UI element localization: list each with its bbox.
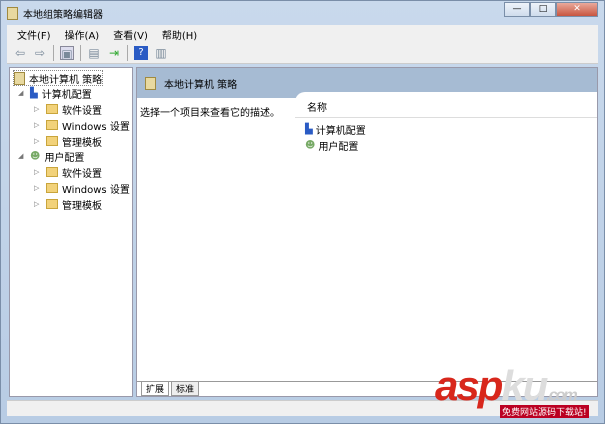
folder-icon (46, 199, 58, 209)
separator (127, 45, 128, 61)
help-icon[interactable]: ? (134, 46, 148, 60)
folder-icon (46, 167, 58, 177)
window-title: 本地组策略编辑器 (23, 9, 103, 21)
user-icon: ☻ (305, 140, 316, 151)
list-item[interactable]: ☻ 用户配置 (305, 138, 358, 153)
tree-item[interactable]: ▷ 软件设置 (34, 164, 102, 180)
tab-extended[interactable]: 扩展 (141, 382, 170, 396)
menu-view[interactable]: 查看(V) (113, 27, 148, 42)
separator (53, 45, 54, 61)
title-bar: 本地组策略编辑器 (7, 5, 103, 21)
tree-computer-config[interactable]: ◢ ▙ 计算机配置 (18, 85, 92, 101)
collapse-arrow-icon[interactable]: ▷ (34, 105, 42, 113)
list-item-label: 计算机配置 (315, 126, 366, 137)
tree-label: Windows 设置 (62, 121, 130, 133)
list-item-label: 用户配置 (318, 142, 359, 153)
tree-label: Windows 设置 (62, 184, 130, 196)
watermark-slogan: 免费网站源码下载站! (500, 405, 589, 418)
tree-item[interactable]: ▷ Windows 设置 (34, 180, 130, 196)
folder-icon (46, 120, 58, 130)
policy-icon (7, 6, 18, 20)
forward-icon[interactable]: ⇨ (33, 46, 47, 60)
details-pane: 本地计算机 策略 选择一个项目来查看它的描述。 名称 ▙ 计算机配置 ☻ 用户配置 … (136, 67, 598, 397)
folder-icon (46, 104, 58, 114)
folder-icon (46, 136, 58, 146)
toolbar: ⇦ ⇨ ▣ ▤ ⇥ ? ▥ (7, 43, 598, 64)
tree-item[interactable]: ▷ Windows 设置 (34, 117, 130, 133)
tree-item[interactable]: ▷ 软件设置 (34, 101, 102, 117)
menu-file[interactable]: 文件(F) (17, 27, 51, 42)
menu-help[interactable]: 帮助(H) (162, 27, 197, 42)
tab-standard[interactable]: 标准 (171, 382, 200, 396)
window: 本地组策略编辑器 — □ ✕ 文件(F) 操作(A) 查看(V) 帮助(H) ⇦ ⇨… (0, 0, 605, 424)
collapse-arrow-icon[interactable]: ▷ (34, 137, 42, 145)
list-item[interactable]: ▙ 计算机配置 (305, 122, 366, 137)
user-icon: ☻ (30, 150, 41, 162)
description-text: 选择一个项目来查看它的描述。 (140, 108, 280, 119)
close-button[interactable]: ✕ (556, 2, 598, 17)
tree-label: 本地计算机 策略 (29, 74, 103, 86)
properties-icon[interactable]: ▤ (87, 46, 101, 60)
action-pane-icon[interactable]: ▥ (154, 46, 168, 60)
tree-user-config[interactable]: ◢ ☻ 用户配置 (18, 148, 84, 164)
policy-icon (14, 71, 25, 85)
expand-arrow-icon[interactable]: ◢ (18, 89, 26, 97)
tree-label: 管理模板 (62, 200, 102, 212)
item-list: 名称 ▙ 计算机配置 ☻ 用户配置 (295, 92, 597, 382)
tree-item[interactable]: ▷ 管理模板 (34, 196, 102, 212)
folder-icon (46, 183, 58, 193)
tree-label: 软件设置 (62, 105, 102, 117)
export-icon[interactable]: ⇥ (107, 46, 121, 60)
maximize-button[interactable]: □ (530, 2, 556, 17)
back-icon[interactable]: ⇦ (13, 46, 27, 60)
collapse-arrow-icon[interactable]: ▷ (34, 121, 42, 129)
tree-item[interactable]: ▷ 管理模板 (34, 133, 102, 149)
tree-pane: 本地计算机 策略 ◢ ▙ 计算机配置 ▷ 软件设置 ▷ Windows 设置 ▷ 管理模板… (9, 67, 133, 397)
tree-label: 用户配置 (44, 152, 85, 164)
pane-title: 本地计算机 策略 (164, 79, 238, 91)
separator (80, 45, 81, 61)
tree-label: 软件设置 (62, 168, 102, 180)
tree-root[interactable]: 本地计算机 策略 (13, 70, 104, 86)
collapse-arrow-icon[interactable]: ▷ (34, 168, 42, 176)
menu-bar: 文件(F) 操作(A) 查看(V) 帮助(H) (7, 25, 598, 43)
policy-icon (145, 76, 156, 90)
collapse-arrow-icon[interactable]: ▷ (34, 184, 42, 192)
menu-action[interactable]: 操作(A) (65, 27, 100, 42)
expand-arrow-icon[interactable]: ◢ (18, 152, 26, 160)
watermark-logo: aspku.com (435, 362, 578, 409)
tree-label: 计算机配置 (41, 89, 92, 101)
show-tree-icon[interactable]: ▣ (60, 46, 74, 61)
computer-icon: ▙ (30, 87, 38, 99)
computer-icon: ▙ (305, 124, 313, 135)
minimize-button[interactable]: — (504, 2, 530, 17)
collapse-arrow-icon[interactable]: ▷ (34, 200, 42, 208)
tree-label: 管理模板 (62, 137, 102, 149)
column-header-name[interactable]: 名称 (295, 100, 597, 118)
